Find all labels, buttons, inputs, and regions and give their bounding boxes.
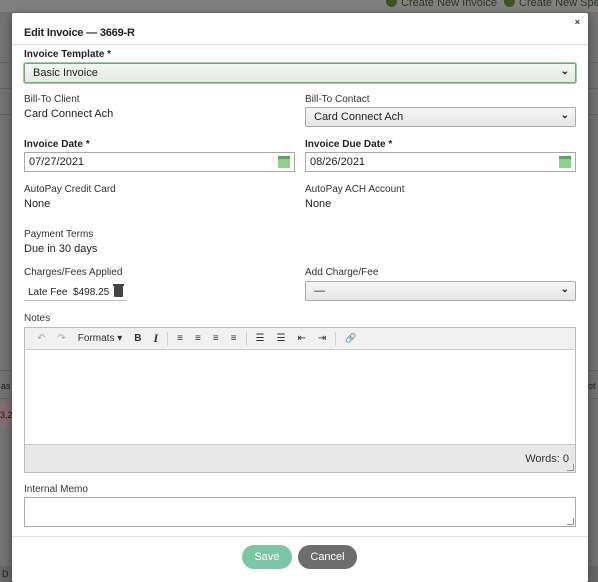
invoice-template-value: Basic Invoice bbox=[33, 67, 98, 79]
toolbar-separator bbox=[167, 331, 169, 346]
link-icon[interactable]: 🔗 bbox=[345, 333, 356, 344]
align-left-icon[interactable]: ≡ bbox=[177, 333, 183, 344]
cancel-button[interactable]: Cancel bbox=[298, 545, 357, 569]
align-right-icon[interactable]: ≡ bbox=[213, 333, 219, 344]
bill-to-contact-select[interactable]: Card Connect Ach ⌄ bbox=[305, 107, 576, 127]
invoice-date-input[interactable]: 07/27/2021 bbox=[24, 152, 295, 172]
resize-handle-icon[interactable] bbox=[567, 518, 574, 525]
align-center-icon[interactable]: ≡ bbox=[195, 333, 201, 344]
calendar-icon[interactable] bbox=[559, 156, 571, 168]
chevron-down-icon: ⌄ bbox=[560, 284, 569, 295]
bold-button[interactable]: B bbox=[134, 333, 141, 344]
redo-icon[interactable]: ↷ bbox=[57, 333, 65, 344]
bullet-list-icon[interactable]: ☰ bbox=[256, 333, 265, 344]
payment-terms-value: Due in 30 days bbox=[24, 243, 98, 255]
add-charge-label: Add Charge/Fee bbox=[305, 267, 379, 278]
save-button[interactable]: Save bbox=[242, 545, 292, 569]
chevron-down-icon: ⌄ bbox=[560, 110, 569, 121]
outdent-icon[interactable]: ⇤ bbox=[297, 333, 305, 344]
autopay-credit-card-label: AutoPay Credit Card bbox=[24, 184, 116, 195]
fee-item: Late Fee $498.25 bbox=[24, 283, 128, 301]
indent-icon[interactable]: ⇥ bbox=[318, 333, 326, 344]
invoice-date-label: Invoice Date * bbox=[24, 139, 90, 150]
toolbar-separator bbox=[335, 331, 337, 346]
fee-name: Late Fee bbox=[28, 287, 68, 298]
trash-icon[interactable] bbox=[113, 284, 125, 297]
numbered-list-icon[interactable]: ☰ bbox=[277, 333, 286, 344]
autopay-credit-card-value: None bbox=[24, 198, 51, 210]
autopay-ach-value: None bbox=[305, 198, 332, 210]
toolbar-separator bbox=[245, 331, 247, 346]
add-charge-value: — bbox=[314, 285, 325, 297]
title-divider bbox=[12, 44, 588, 45]
editor-statusbar: Words: 0 bbox=[25, 444, 575, 472]
internal-memo-textarea[interactable] bbox=[24, 497, 576, 527]
bill-to-client-value: Card Connect Ach bbox=[24, 108, 114, 120]
invoice-template-select[interactable]: Basic Invoice ⌄ bbox=[24, 63, 576, 83]
internal-memo-label: Internal Memo bbox=[24, 484, 88, 495]
resize-handle-icon[interactable] bbox=[567, 464, 574, 471]
modal-title: Edit Invoice — 3669-R bbox=[24, 27, 135, 39]
close-icon[interactable]: × bbox=[575, 17, 580, 27]
formats-dropdown[interactable]: Formats ▾ bbox=[78, 333, 122, 344]
edit-invoice-modal: Edit Invoice — 3669-R × Invoice Template… bbox=[12, 13, 588, 582]
footer-divider bbox=[12, 536, 588, 537]
justify-icon[interactable]: ≡ bbox=[231, 333, 237, 344]
add-charge-select[interactable]: — ⌄ bbox=[305, 281, 576, 301]
undo-icon[interactable]: ↶ bbox=[37, 333, 45, 344]
charges-fees-label: Charges/Fees Applied bbox=[24, 267, 123, 278]
notes-editor: ↶ ↷ Formats ▾ B I ≡ ≡ ≡ ≡ ☰ ☰ ⇤ ⇥ 🔗 Word… bbox=[24, 327, 576, 473]
invoice-date-value: 07/27/2021 bbox=[29, 156, 85, 168]
due-date-label: Invoice Due Date * bbox=[305, 139, 393, 150]
fee-amount: $498.25 bbox=[73, 287, 110, 298]
invoice-template-label: Invoice Template * bbox=[24, 49, 112, 60]
bill-to-client-label: Bill-To Client bbox=[24, 94, 80, 105]
autopay-ach-label: AutoPay ACH Account bbox=[305, 184, 405, 195]
bill-to-contact-value: Card Connect Ach bbox=[314, 111, 404, 123]
bill-to-contact-label: Bill-To Contact bbox=[305, 94, 370, 105]
due-date-value: 08/26/2021 bbox=[310, 156, 366, 168]
italic-button[interactable]: I bbox=[153, 331, 158, 346]
editor-toolbar: ↶ ↷ Formats ▾ B I ≡ ≡ ≡ ≡ ☰ ☰ ⇤ ⇥ 🔗 bbox=[25, 328, 575, 350]
due-date-input[interactable]: 08/26/2021 bbox=[305, 152, 576, 172]
payment-terms-label: Payment Terms bbox=[24, 229, 94, 240]
notes-editor-body[interactable] bbox=[25, 350, 575, 444]
calendar-icon[interactable] bbox=[278, 156, 290, 168]
word-count: Words: 0 bbox=[525, 453, 569, 465]
notes-label: Notes bbox=[24, 313, 51, 324]
chevron-down-icon: ⌄ bbox=[560, 66, 569, 77]
